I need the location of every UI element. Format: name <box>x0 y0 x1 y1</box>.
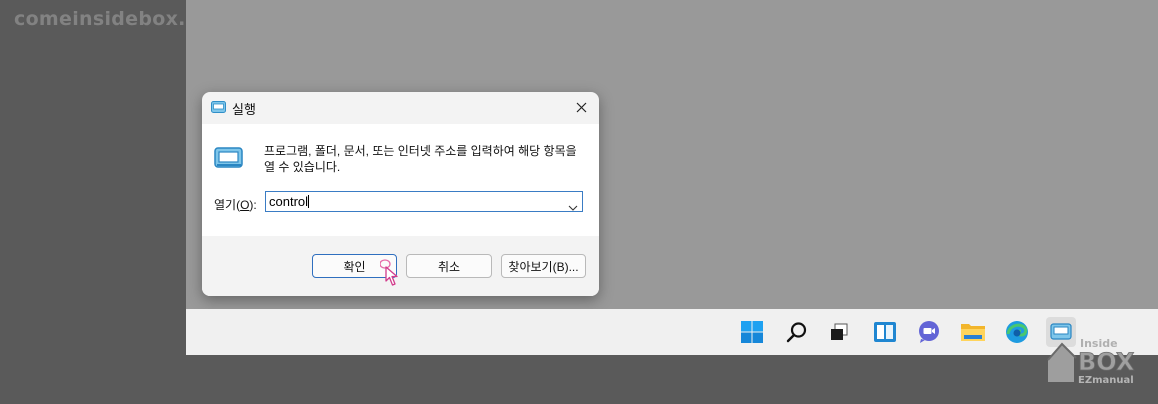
close-icon <box>576 102 586 112</box>
taskbar <box>186 309 1158 355</box>
teams-chat-icon[interactable] <box>914 317 944 347</box>
dialog-description: 프로그램, 폴더, 문서, 또는 인터넷 주소를 입력하여 해당 항목을 열 수… <box>264 144 577 174</box>
task-view-icon[interactable] <box>824 317 854 347</box>
svg-text:EZmanual: EZmanual <box>1078 375 1134 386</box>
text-caret <box>308 195 309 208</box>
widgets-icon[interactable] <box>870 317 900 347</box>
dialog-content: 프로그램, 폴더, 문서, 또는 인터넷 주소를 입력하여 해당 항목을 열 수… <box>202 124 599 236</box>
dialog-title: 실행 <box>232 102 256 117</box>
run-app-icon <box>211 100 226 118</box>
insidebox-logo: Inside BOX EZmanual <box>1046 330 1142 386</box>
command-input[interactable] <box>268 192 559 211</box>
hand-pointer-icon <box>379 259 404 292</box>
browse-button[interactable]: 찾아보기(B)... <box>501 254 586 278</box>
chevron-down-icon[interactable] <box>568 198 578 216</box>
dialog-titlebar: 실행 <box>202 92 599 122</box>
windows-start-icon[interactable] <box>737 317 767 347</box>
search-icon[interactable] <box>782 317 812 347</box>
close-button[interactable] <box>567 94 595 120</box>
open-label: 열기(O): <box>214 198 257 212</box>
cancel-button[interactable]: 취소 <box>406 254 492 278</box>
run-large-icon <box>214 146 244 175</box>
edge-icon[interactable] <box>1002 317 1032 347</box>
file-explorer-icon[interactable] <box>958 317 988 347</box>
open-combobox[interactable] <box>265 191 583 212</box>
svg-text:BOX: BOX <box>1078 348 1135 376</box>
